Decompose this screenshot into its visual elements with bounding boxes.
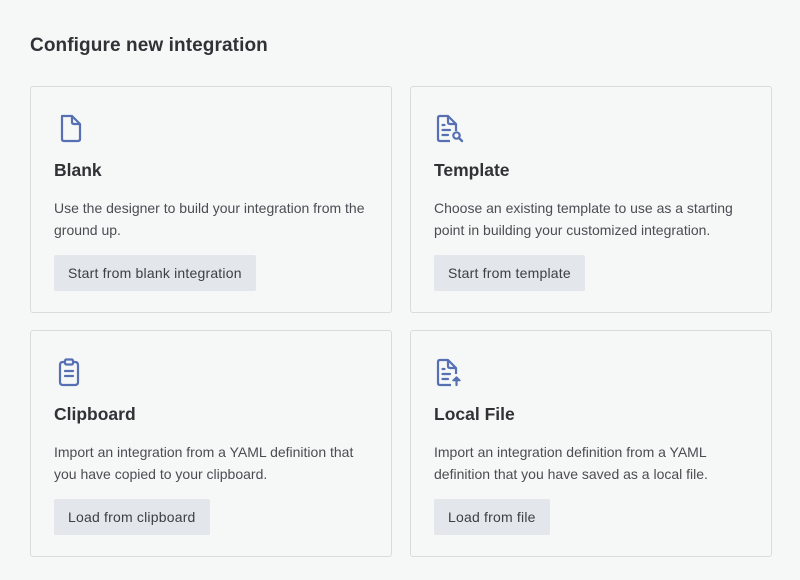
card-title: Blank: [54, 160, 102, 180]
blank-option-card: Blank Use the designer to build your int…: [30, 86, 392, 313]
clipboard-icon: [56, 356, 86, 388]
card-title: Template: [434, 160, 510, 180]
page-title: Configure new integration: [30, 35, 268, 56]
clipboard-option-card: Clipboard Import an integration from a Y…: [30, 330, 392, 557]
blank-document-icon: [56, 112, 86, 144]
template-option-card: Template Choose an existing template to …: [410, 86, 772, 313]
load-from-file-button[interactable]: Load from file: [434, 499, 550, 535]
load-from-clipboard-button[interactable]: Load from clipboard: [54, 499, 210, 535]
start-from-template-button[interactable]: Start from template: [434, 255, 585, 291]
start-from-blank-button[interactable]: Start from blank integration: [54, 255, 256, 291]
local-file-option-card: Local File Import an integration definit…: [410, 330, 772, 557]
card-description: Import an integration from a YAML defini…: [54, 444, 354, 482]
card-description: Choose an existing template to use as a …: [434, 200, 733, 238]
document-upload-icon: [436, 356, 466, 388]
document-search-icon: [436, 112, 466, 144]
card-description: Import an integration definition from a …: [434, 444, 708, 482]
card-title: Clipboard: [54, 404, 136, 424]
card-title: Local File: [434, 404, 515, 424]
card-description: Use the designer to build your integrati…: [54, 200, 365, 238]
